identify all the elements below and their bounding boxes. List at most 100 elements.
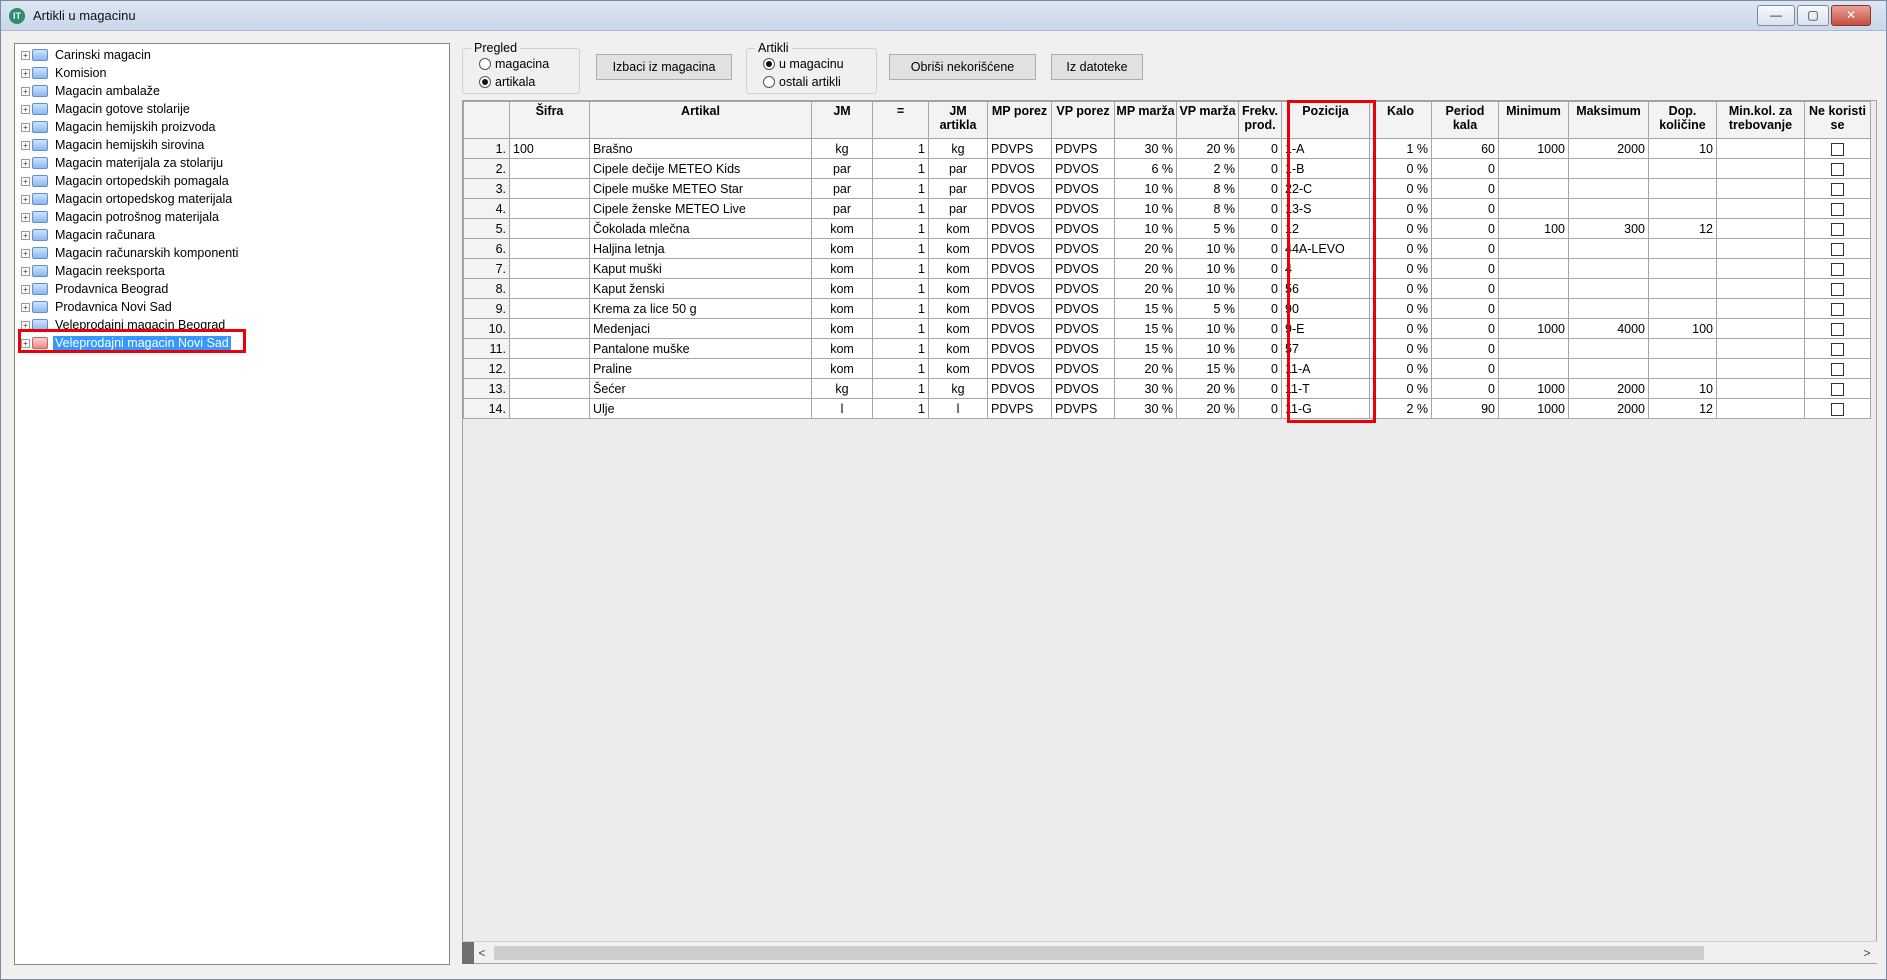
- column-header[interactable]: MP porez: [987, 101, 1052, 139]
- cell-kalo[interactable]: 0 %: [1369, 218, 1432, 239]
- cell-jma[interactable]: kg: [928, 138, 988, 159]
- cell-poz[interactable]: 44A-LEVO: [1281, 238, 1370, 259]
- column-header[interactable]: =: [872, 101, 929, 139]
- radio-ostali-artikli[interactable]: ostali artikli: [763, 75, 841, 89]
- cell-minkol[interactable]: [1716, 398, 1805, 419]
- table-row[interactable]: 12. Praline kom 1 kom PDVOS PDVOS 20 % 15 % 0 11-A…: [463, 358, 1871, 379]
- cell-eq[interactable]: 1: [872, 258, 929, 279]
- cell-jma[interactable]: kom: [928, 358, 988, 379]
- table-row[interactable]: 3. Cipele muške METEO Star par 1 par PDVOS PDV…: [463, 178, 1871, 199]
- cell-minkol[interactable]: [1716, 158, 1805, 179]
- column-header[interactable]: Artikal: [589, 101, 812, 139]
- column-header[interactable]: Ne koristi se: [1804, 101, 1871, 139]
- cell-eq[interactable]: 1: [872, 358, 929, 379]
- cell-max[interactable]: [1568, 198, 1649, 219]
- column-header[interactable]: Minimum: [1498, 101, 1569, 139]
- cell-jma[interactable]: kom: [928, 218, 988, 239]
- cell-max[interactable]: 2000: [1568, 378, 1649, 399]
- cell-max[interactable]: [1568, 178, 1649, 199]
- cell-dop[interactable]: [1648, 258, 1717, 279]
- cell-artikal[interactable]: Cipele muške METEO Star: [589, 178, 812, 199]
- articles-grid[interactable]: Šifra Artikal JM = JM artikla MP porez VP pore…: [462, 100, 1877, 964]
- cell-vp[interactable]: PDVOS: [1051, 318, 1115, 339]
- cell-poz[interactable]: 4: [1281, 258, 1370, 279]
- expand-icon[interactable]: +: [21, 122, 30, 132]
- cell-vp[interactable]: PDVOS: [1051, 198, 1115, 219]
- cell-vp[interactable]: PDVOS: [1051, 378, 1115, 399]
- cell-poz[interactable]: 11-T: [1281, 378, 1370, 399]
- cell-jm[interactable]: l: [811, 398, 873, 419]
- cell-jma[interactable]: kom: [928, 298, 988, 319]
- cell-vp[interactable]: PDVPS: [1051, 138, 1115, 159]
- cell-frekv[interactable]: 0: [1238, 298, 1282, 319]
- cell-kalo[interactable]: 0 %: [1369, 278, 1432, 299]
- table-row[interactable]: 1. 100 Brašno kg 1 kg PDVPS PDVPS 30 % 20 % 0 1-A 1 …: [463, 138, 1871, 159]
- cell-poz[interactable]: 11-A: [1281, 358, 1370, 379]
- cell-jma[interactable]: kom: [928, 318, 988, 339]
- radio-artikala[interactable]: artikala: [479, 75, 535, 89]
- table-row[interactable]: 4. Cipele ženske METEO Live par 1 par PDVOS PD…: [463, 198, 1871, 219]
- cell-frekv[interactable]: 0: [1238, 198, 1282, 219]
- cell-vp[interactable]: PDVOS: [1051, 258, 1115, 279]
- column-header[interactable]: Min.kol. za trebovanje: [1716, 101, 1805, 139]
- cell-frekv[interactable]: 0: [1238, 318, 1282, 339]
- cell-min[interactable]: [1498, 338, 1569, 359]
- cell-vpm[interactable]: 20 %: [1176, 138, 1239, 159]
- cell-artikal[interactable]: Krema za lice 50 g: [589, 298, 812, 319]
- cell-max[interactable]: [1568, 258, 1649, 279]
- table-row[interactable]: 11. Pantalone muške kom 1 kom PDVOS PDVOS 15 % 1…: [463, 338, 1871, 359]
- iz-datoteke-button[interactable]: Iz datoteke: [1051, 54, 1143, 80]
- cell-frekv[interactable]: 0: [1238, 238, 1282, 259]
- cell-artikal[interactable]: Brašno: [589, 138, 812, 159]
- tree-item[interactable]: + Veleprodajni magacin Beograd: [21, 316, 227, 334]
- tree-item[interactable]: + Magacin gotove stolarije: [21, 100, 192, 118]
- column-header[interactable]: JM: [811, 101, 873, 139]
- expand-icon[interactable]: +: [21, 230, 30, 240]
- cell-mp[interactable]: PDVPS: [987, 138, 1052, 159]
- cell-eq[interactable]: 1: [872, 298, 929, 319]
- cell-period[interactable]: 90: [1431, 398, 1499, 419]
- cell-min[interactable]: [1498, 158, 1569, 179]
- cell-eq[interactable]: 1: [872, 218, 929, 239]
- cell-frekv[interactable]: 0: [1238, 178, 1282, 199]
- cell-dop[interactable]: 12: [1648, 218, 1717, 239]
- table-row[interactable]: 8. Kaput ženski kom 1 kom PDVOS PDVOS 20 % 10 % 0…: [463, 278, 1871, 299]
- maximize-button[interactable]: ▢: [1797, 5, 1829, 26]
- cell-vpm[interactable]: 10 %: [1176, 258, 1239, 279]
- cell-poz[interactable]: 56: [1281, 278, 1370, 299]
- tree-item[interactable]: + Magacin hemijskih proizvoda: [21, 118, 218, 136]
- cell-jma[interactable]: kg: [928, 378, 988, 399]
- cell-jma[interactable]: par: [928, 178, 988, 199]
- cell-period[interactable]: 0: [1431, 158, 1499, 179]
- cell-poz[interactable]: 13-S: [1281, 198, 1370, 219]
- cell-sifra[interactable]: [509, 178, 590, 199]
- ne-koristi-se-checkbox[interactable]: [1831, 342, 1844, 356]
- table-row[interactable]: 9. Krema za lice 50 g kom 1 kom PDVOS PDVOS 15 …: [463, 298, 1871, 319]
- tree-item[interactable]: + Magacin računarskih komponenti: [21, 244, 240, 262]
- cell-jma[interactable]: par: [928, 198, 988, 219]
- cell-min[interactable]: 100: [1498, 218, 1569, 239]
- table-row[interactable]: 2. Cipele dečije METEO Kids par 1 par PDVOS PD…: [463, 158, 1871, 179]
- tree-item[interactable]: + Magacin ortopedskih pomagala: [21, 172, 231, 190]
- column-header[interactable]: Šifra: [509, 101, 590, 139]
- column-header[interactable]: Dop. količine: [1648, 101, 1717, 139]
- cell-jma[interactable]: par: [928, 158, 988, 179]
- cell-eq[interactable]: 1: [872, 278, 929, 299]
- cell-min[interactable]: 1000: [1498, 398, 1569, 419]
- cell-vp[interactable]: PDVPS: [1051, 398, 1115, 419]
- cell-jm[interactable]: kom: [811, 238, 873, 259]
- radio-u-magacinu[interactable]: u magacinu: [763, 57, 844, 71]
- cell-dop[interactable]: [1648, 278, 1717, 299]
- ne-koristi-se-checkbox[interactable]: [1831, 402, 1844, 416]
- cell-frekv[interactable]: 0: [1238, 378, 1282, 399]
- ne-koristi-se-checkbox[interactable]: [1831, 222, 1844, 236]
- cell-artikal[interactable]: Praline: [589, 358, 812, 379]
- cell-poz[interactable]: 90: [1281, 298, 1370, 319]
- table-row[interactable]: 14. Ulje l 1 l PDVPS PDVPS 30 % 20 % 0 11-G 2 % 90 10…: [463, 398, 1871, 419]
- cell-vpm[interactable]: 5 %: [1176, 218, 1239, 239]
- cell-mp[interactable]: PDVPS: [987, 398, 1052, 419]
- cell-jm[interactable]: par: [811, 198, 873, 219]
- cell-period[interactable]: 0: [1431, 258, 1499, 279]
- cell-artikal[interactable]: Medenjaci: [589, 318, 812, 339]
- expand-icon[interactable]: +: [21, 212, 30, 222]
